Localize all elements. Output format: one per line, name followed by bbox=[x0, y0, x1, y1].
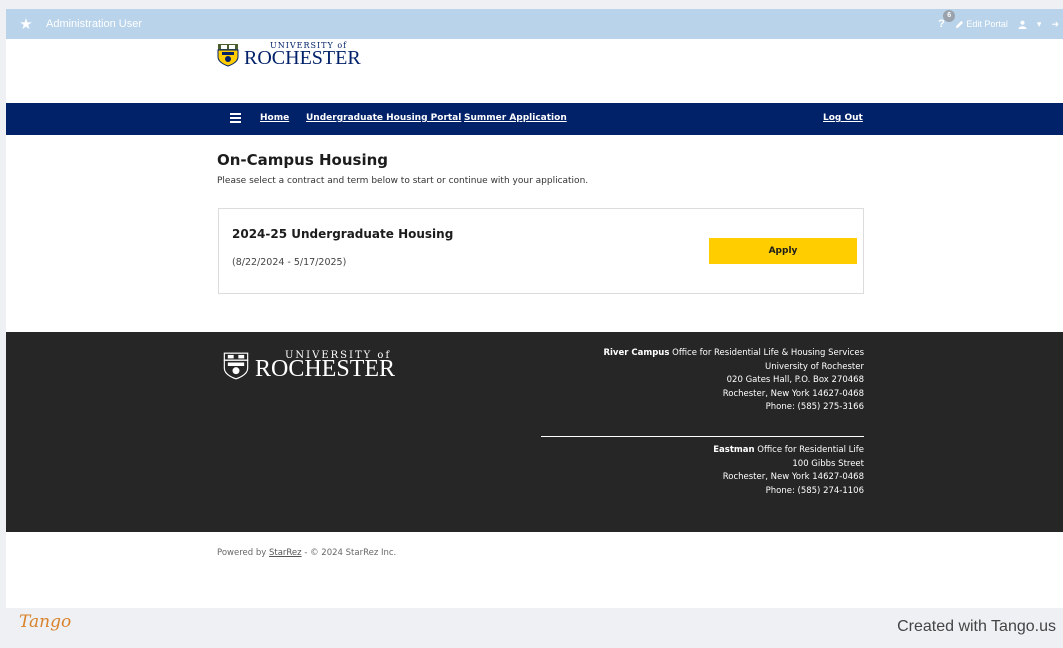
apply-button[interactable]: Apply bbox=[709, 238, 857, 264]
nav-home[interactable]: Home bbox=[260, 113, 289, 123]
notification-badge: 6 bbox=[943, 10, 956, 22]
edit-portal-button[interactable]: Edit Portal bbox=[955, 19, 1008, 29]
nav-summer-application[interactable]: Summer Application bbox=[464, 113, 567, 123]
menu-icon[interactable] bbox=[230, 113, 241, 123]
footer-logo-rochester-text: ROCHESTER bbox=[255, 356, 396, 382]
main-nav: Home Undergraduate Housing Portal Summer… bbox=[6, 103, 1063, 135]
page-title: On-Campus Housing bbox=[217, 151, 389, 169]
footer: UNIVERSITY of ROCHESTER River Campus Off… bbox=[6, 332, 1063, 532]
powered-by: Powered by StarRez - © 2024 StarRez Inc. bbox=[217, 548, 397, 558]
university-logo[interactable]: UNIVERSITY of ROCHESTER bbox=[217, 41, 361, 69]
university-seal-icon bbox=[223, 352, 249, 380]
university-seal-icon bbox=[217, 44, 239, 67]
person-icon[interactable] bbox=[1018, 19, 1027, 30]
starrez-link[interactable]: StarRez bbox=[269, 548, 302, 558]
nav-undergraduate-housing-portal[interactable]: Undergraduate Housing Portal bbox=[306, 113, 461, 123]
admin-bar-actions: ? 6 Edit Portal ▾ ➜ bbox=[938, 9, 1063, 39]
chevron-down-icon[interactable]: ▾ bbox=[1037, 19, 1042, 30]
footer-university-logo[interactable]: UNIVERSITY of ROCHESTER bbox=[223, 350, 455, 382]
contract-card: 2024-25 Undergraduate Housing (8/22/2024… bbox=[218, 208, 864, 294]
signout-icon[interactable]: ➜ bbox=[1051, 19, 1059, 30]
admin-user-label: Administration User bbox=[46, 18, 142, 30]
tango-credit: Created with Tango.us bbox=[897, 618, 1056, 635]
tango-logo: Tango bbox=[19, 612, 72, 632]
portal-page: ★ Administration User ? 6 Edit Portal ▾ … bbox=[6, 9, 1063, 608]
page-subtitle: Please select a contract and term below … bbox=[217, 176, 589, 186]
help-icon[interactable]: ? 6 bbox=[938, 10, 956, 30]
pencil-icon bbox=[955, 20, 963, 29]
contract-title: 2024-25 Undergraduate Housing bbox=[232, 227, 454, 241]
logo-rochester-text: ROCHESTER bbox=[244, 47, 361, 69]
river-campus-address: River Campus Office for Residential Life… bbox=[603, 348, 864, 412]
admin-bar: ★ Administration User ? 6 Edit Portal ▾ … bbox=[6, 9, 1063, 39]
contract-dates: (8/22/2024 - 5/17/2025) bbox=[232, 257, 347, 268]
star-icon[interactable]: ★ bbox=[6, 15, 46, 33]
footer-divider bbox=[541, 436, 864, 437]
river-campus-label: River Campus bbox=[603, 348, 670, 358]
eastman-address: Eastman Office for Residential Life 100 … bbox=[713, 445, 864, 496]
logout-link[interactable]: Log Out bbox=[823, 113, 863, 123]
eastman-label: Eastman bbox=[713, 445, 755, 455]
header: UNIVERSITY of ROCHESTER bbox=[6, 39, 1063, 103]
